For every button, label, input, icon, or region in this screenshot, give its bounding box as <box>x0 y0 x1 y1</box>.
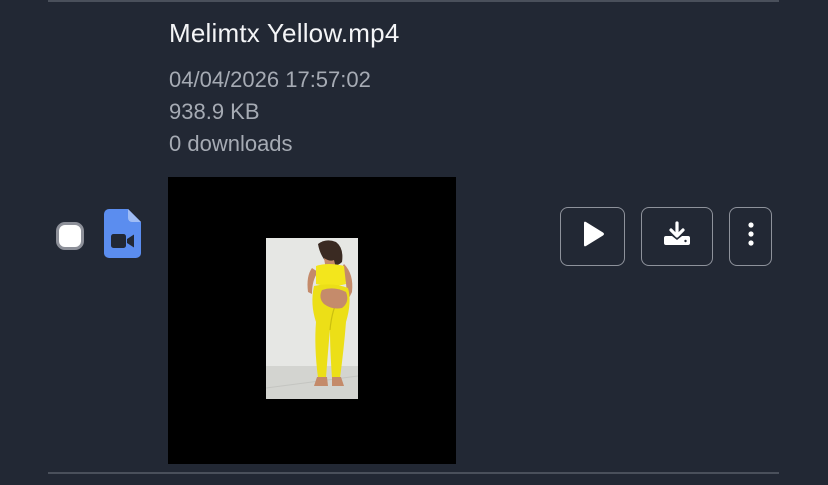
play-button[interactable] <box>560 207 625 266</box>
select-checkbox[interactable] <box>56 222 84 250</box>
file-list-item: Melimtx Yellow.mp4 04/04/2026 17:57:02 9… <box>0 0 828 485</box>
download-button[interactable] <box>641 207 713 266</box>
file-name[interactable]: Melimtx Yellow.mp4 <box>169 18 399 49</box>
file-size: 938.9 KB <box>169 99 260 124</box>
video-file-icon <box>104 209 141 258</box>
thumbnail-image <box>266 238 358 399</box>
play-icon <box>581 221 605 252</box>
file-date: 04/04/2026 17:57:02 <box>169 67 371 92</box>
more-options-button[interactable] <box>729 207 772 266</box>
download-icon <box>662 221 692 252</box>
more-vertical-icon <box>747 222 754 251</box>
divider-top <box>48 0 779 2</box>
file-downloads: 0 downloads <box>169 131 293 156</box>
divider-bottom <box>48 472 779 474</box>
video-thumbnail[interactable] <box>168 177 456 464</box>
